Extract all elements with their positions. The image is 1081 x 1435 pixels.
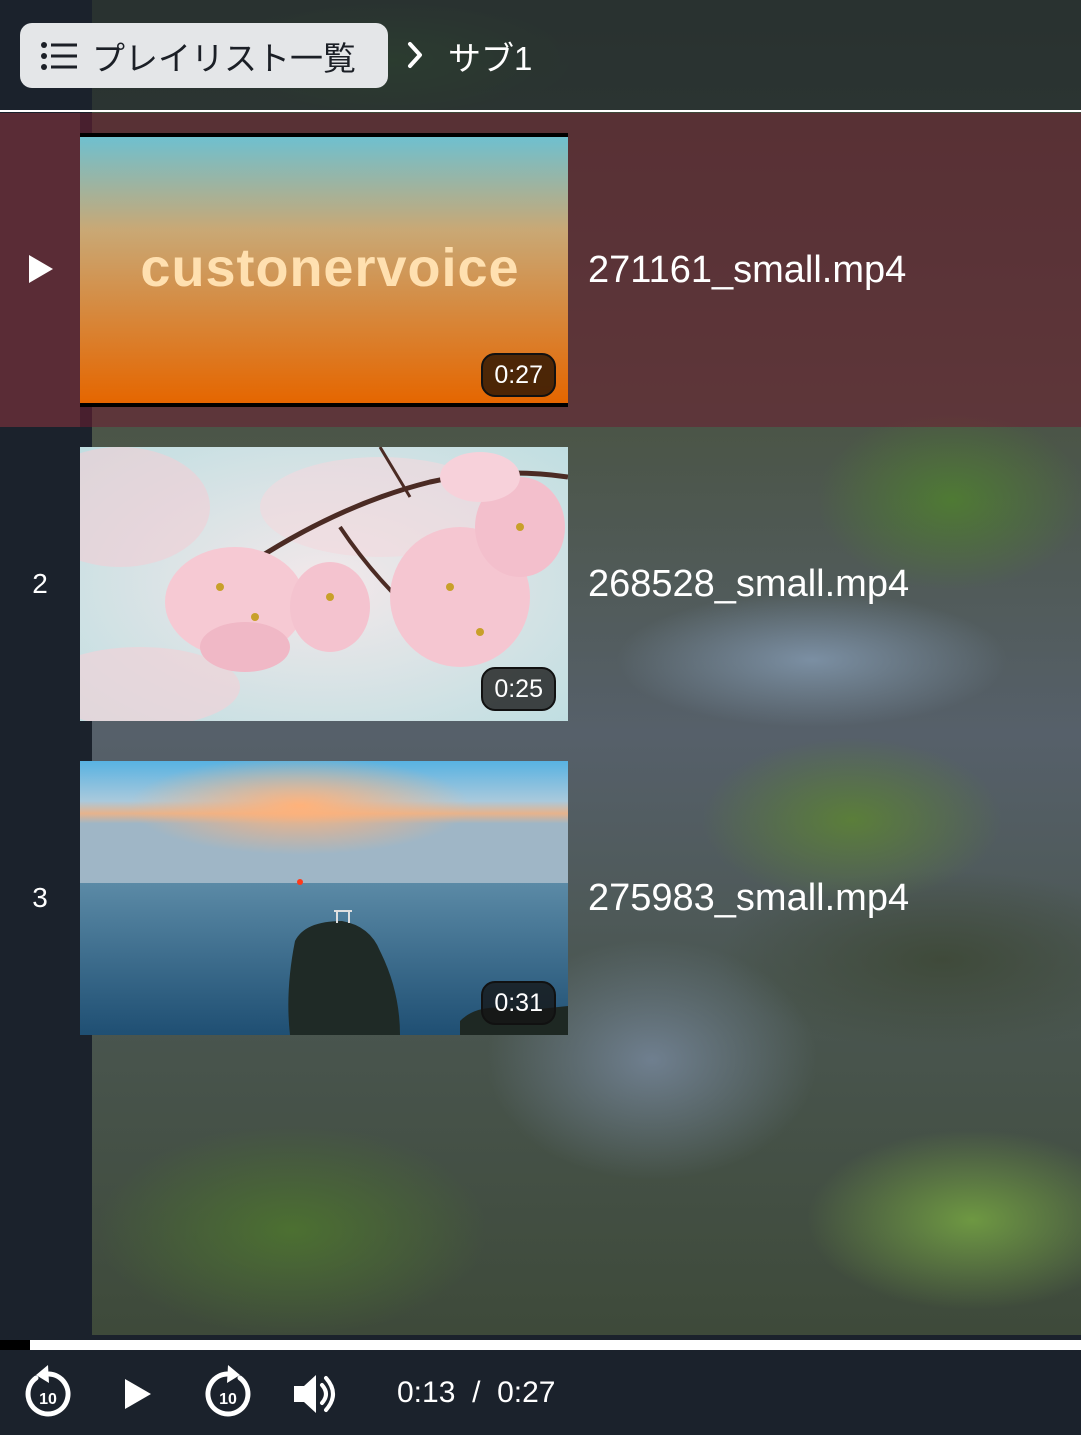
now-playing-icon [29,255,53,283]
duration-badge: 0:31 [481,981,556,1025]
rewind-10-icon[interactable]: 10 [22,1364,74,1422]
forward-10-icon[interactable]: 10 [202,1364,254,1422]
header-bar: プレイリスト一覧 サブ1 [0,0,1081,112]
thumbnail-text: custonervoice [140,238,520,298]
list-icon [41,41,77,70]
time-display: 0:13 / 0:27 [397,1376,555,1410]
thumbnail[interactable]: 0:31 [80,761,568,1035]
thumbnail[interactable]: 0:25 [80,447,568,721]
time-separator: / [472,1376,481,1409]
seek-bar[interactable] [0,1340,1081,1350]
forward-seconds: 10 [219,1391,237,1408]
play-icon[interactable] [122,1376,154,1412]
item-index-cell: 3 [0,741,80,1055]
thumbnail[interactable]: custonervoice 0:27 [80,133,568,407]
playlist-list-button-label: プレイリスト一覧 [92,39,356,77]
item-title[interactable]: 271161_small.mp4 [588,249,906,292]
playlist-item[interactable]: custonervoice 0:27 271161_small.mp4 [0,113,1081,427]
rewind-seconds: 10 [39,1391,57,1408]
playlist-item[interactable]: 2 0:25 268528_small.mp4 [0,427,1081,741]
seek-bar-fill [0,1340,31,1350]
duration-badge: 0:27 [481,353,556,397]
current-time: 0:13 [397,1376,456,1409]
item-index-cell: 2 [0,427,80,741]
item-index: 3 [32,882,48,913]
chevron-right-icon [408,42,422,68]
breadcrumb-current: サブ1 [448,40,533,77]
item-title[interactable]: 275983_small.mp4 [588,877,909,920]
item-index: 2 [32,568,48,599]
item-title[interactable]: 268528_small.mp4 [588,563,909,606]
playlist-item[interactable]: 3 0:31 275983_small.mp4 [0,741,1081,1055]
playlist-list-button[interactable]: プレイリスト一覧 [20,23,388,88]
player-controls: 10 10 0:13 / 0:27 [0,1350,1081,1435]
item-index-cell [0,113,80,427]
volume-icon[interactable] [292,1371,340,1417]
duration-badge: 0:25 [481,667,556,711]
total-time: 0:27 [497,1376,556,1409]
